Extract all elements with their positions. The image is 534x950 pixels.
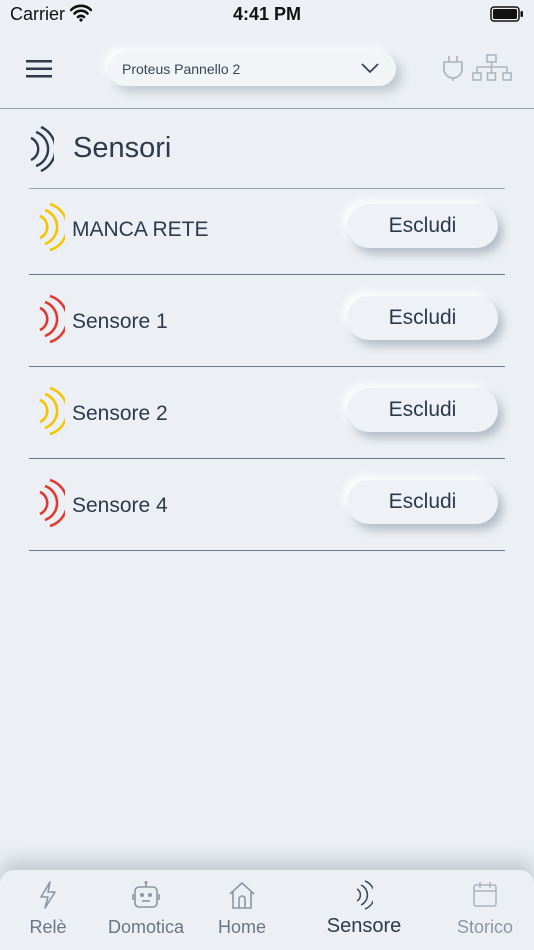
calendar-icon <box>473 882 497 907</box>
tab-sensore[interactable]: Sensore <box>318 870 410 950</box>
robot-icon <box>132 881 160 908</box>
sensor-row: Sensore 1 Escludi <box>29 274 505 367</box>
tab-domotica[interactable]: Domotica <box>98 870 194 950</box>
sensor-wave-icon <box>30 126 54 172</box>
plug-icon[interactable] <box>440 54 466 82</box>
tab-rele[interactable]: Relè <box>8 870 88 950</box>
tab-home[interactable]: Home <box>204 870 280 950</box>
battery-icon <box>490 6 523 22</box>
clock: 4:41 PM <box>232 4 302 24</box>
alarm-wave-icon <box>39 294 65 344</box>
panel-selector[interactable]: Proteus Pannello 2 <box>108 52 396 86</box>
chevron-down-icon <box>361 63 379 74</box>
tab-label: Sensore <box>326 915 402 937</box>
tab-label: Domotica <box>107 917 185 937</box>
sensor-row: Sensore 2 Escludi <box>29 366 505 459</box>
tab-label: Storico <box>456 917 514 937</box>
panel-selector-value: Proteus Pannello 2 <box>122 61 241 77</box>
exclude-button[interactable]: Escludi <box>347 204 498 248</box>
menu-icon[interactable] <box>24 56 56 82</box>
alarm-wave-icon <box>39 202 65 252</box>
home-icon <box>229 881 255 909</box>
sensor-name: Sensore 2 <box>72 402 168 425</box>
exclude-button[interactable]: Escludi <box>347 296 498 340</box>
tab-bar: Relè Domotica Home Sensore Storico <box>0 870 534 950</box>
exclude-button[interactable]: Escludi <box>347 388 498 432</box>
sensor-name: MANCA RETE <box>72 218 209 241</box>
sensor-row: MANCA RETE Escludi <box>29 182 505 275</box>
alarm-wave-icon <box>39 478 65 528</box>
sensor-name: Sensore 4 <box>72 494 168 517</box>
sensor-wave-icon <box>356 880 373 910</box>
alarm-wave-icon <box>39 386 65 436</box>
tab-storico[interactable]: Storico <box>448 870 522 950</box>
tab-label: Home <box>217 917 266 937</box>
exclude-button[interactable]: Escludi <box>347 480 498 524</box>
bolt-icon <box>40 881 56 909</box>
top-bar: Proteus Pannello 2 <box>0 40 534 109</box>
status-bar: Carrier 4:41 PM <box>0 0 534 30</box>
tab-label: Relè <box>29 917 67 937</box>
sensor-row: Sensore 4 Escludi <box>29 458 505 551</box>
page-title: Sensori <box>73 132 172 164</box>
sensor-name: Sensore 1 <box>72 310 168 333</box>
network-icon[interactable] <box>472 54 512 82</box>
